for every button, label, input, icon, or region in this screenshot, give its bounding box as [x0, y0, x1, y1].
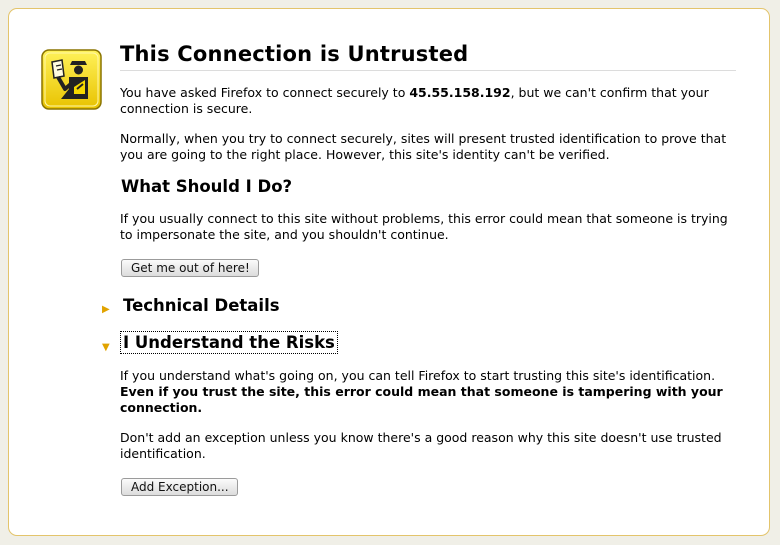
technical-details-label[interactable]: Technical Details	[120, 296, 280, 315]
intro-text: You have asked Firefox to connect secure…	[120, 85, 736, 117]
expanded-arrow-icon: ▼	[102, 342, 110, 353]
normally-text: Normally, when you try to connect secure…	[120, 131, 727, 162]
page-title: This Connection is Untrusted	[120, 39, 736, 71]
what-should-i-do-heading: What Should I Do?	[121, 177, 293, 196]
risks-text-normal: If you understand what's going on, you c…	[120, 368, 716, 383]
technical-details-expander[interactable]: ▶ Technical Details	[102, 295, 736, 317]
exception-warning-text: Don't add an exception unless you know t…	[120, 430, 722, 461]
host-address: 45.55.158.192	[409, 85, 511, 100]
what-should-i-do-text: If you usually connect to this site with…	[120, 211, 728, 242]
security-guard-icon	[41, 49, 102, 110]
content-area: This Connection is Untrusted You have as…	[102, 39, 736, 496]
risks-text-bold: Even if you trust the site, this error c…	[120, 384, 723, 415]
error-panel: This Connection is Untrusted You have as…	[8, 8, 770, 536]
collapsed-arrow-icon: ▶	[102, 304, 110, 315]
understand-risks-label[interactable]: I Understand the Risks	[120, 331, 338, 354]
add-exception-button[interactable]: Add Exception...	[121, 478, 238, 496]
understand-risks-expander[interactable]: ▼ I Understand the Risks	[102, 331, 736, 354]
get-me-out-button[interactable]: Get me out of here!	[121, 259, 259, 277]
intro-prefix: You have asked Firefox to connect secure…	[120, 85, 410, 100]
risks-text: If you understand what's going on, you c…	[120, 368, 736, 416]
